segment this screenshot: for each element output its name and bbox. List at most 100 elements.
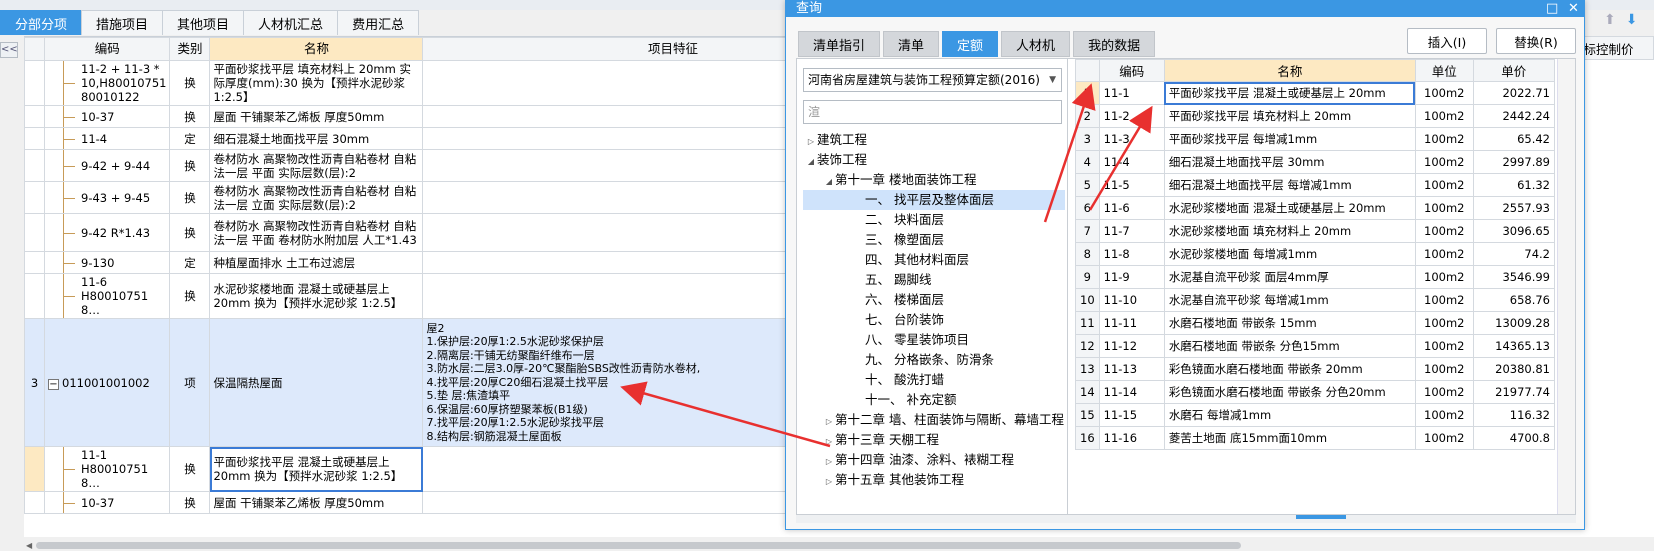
move-up-icon[interactable]: ⬆ bbox=[1604, 12, 1616, 28]
result-name[interactable]: 水磨石楼地面 带嵌条 分色15mm bbox=[1163, 334, 1416, 358]
tree-node[interactable]: 十一、 补充定额 bbox=[803, 390, 1065, 410]
result-name[interactable]: 水磨石 每增减1mm bbox=[1163, 403, 1416, 427]
result-code[interactable]: 11-5 bbox=[1098, 173, 1165, 197]
result-code[interactable]: 11-7 bbox=[1098, 219, 1165, 243]
result-price[interactable]: 21977.74 bbox=[1472, 380, 1556, 404]
result-code[interactable]: 11-15 bbox=[1098, 403, 1165, 427]
collapse-icon[interactable]: − bbox=[48, 378, 59, 390]
result-row[interactable]: 10 11-10 水泥基自流平砂浆 每增减1mm 100m2 658.76 bbox=[1075, 288, 1556, 312]
result-name[interactable]: 水泥砂浆楼地面 混凝土或硬基层上 20mm bbox=[1163, 196, 1416, 220]
result-row[interactable]: 7 11-7 水泥砂浆楼地面 填充材料上 20mm 100m2 3096.65 bbox=[1075, 219, 1556, 243]
result-name[interactable]: 水泥砂浆楼地面 每增减1mm bbox=[1163, 242, 1416, 266]
result-code[interactable]: 11-2 bbox=[1098, 104, 1165, 128]
result-name[interactable]: 水泥基自流平砂浆 每增减1mm bbox=[1163, 288, 1416, 312]
result-unit[interactable]: 100m2 bbox=[1414, 81, 1474, 105]
row-name[interactable]: 卷材防水 高聚物改性沥青自粘卷材 自粘法一层 平面 卷材防水附加层 人工*1.4… bbox=[209, 213, 424, 252]
dialog-tab-2[interactable]: 定额 bbox=[942, 31, 999, 57]
header-type[interactable]: 类别 bbox=[169, 37, 211, 61]
row-code[interactable]: 11-6 H80010751 8… bbox=[43, 273, 171, 319]
tab-2[interactable]: 其他项目 bbox=[162, 10, 245, 35]
result-unit[interactable]: 100m2 bbox=[1414, 150, 1474, 174]
result-price[interactable]: 2442.24 bbox=[1472, 104, 1556, 128]
result-code[interactable]: 11-8 bbox=[1098, 242, 1165, 266]
tree-node[interactable]: ◢ 装饰工程 bbox=[803, 150, 1065, 170]
tree-node[interactable]: 二、 块料面层 bbox=[803, 210, 1065, 230]
result-unit[interactable]: 100m2 bbox=[1414, 334, 1474, 358]
tree-node[interactable]: ▷ 第十五章 其他装饰工程 bbox=[803, 470, 1065, 490]
item-code[interactable]: −011001001002 bbox=[43, 318, 171, 447]
expander-icon[interactable]: ▷ bbox=[823, 412, 835, 432]
header-name[interactable]: 名称 bbox=[209, 37, 424, 61]
insert-button[interactable]: 插入(I) bbox=[1407, 28, 1487, 54]
result-row[interactable]: 2 11-2 平面砂浆找平层 填充材料上 20mm 100m2 2442.24 bbox=[1075, 104, 1556, 128]
result-price[interactable]: 3096.65 bbox=[1472, 219, 1556, 243]
results-scrollbar[interactable] bbox=[1557, 59, 1575, 514]
result-unit[interactable]: 100m2 bbox=[1414, 196, 1474, 220]
result-price[interactable]: 4700.8 bbox=[1472, 426, 1556, 450]
results-header-price[interactable]: 单价 bbox=[1472, 59, 1556, 82]
result-name[interactable]: 彩色镜面水磨石楼地面 带嵌条 分色20mm bbox=[1163, 380, 1416, 404]
result-unit[interactable]: 100m2 bbox=[1414, 219, 1474, 243]
result-price[interactable]: 14365.13 bbox=[1472, 334, 1556, 358]
header-code[interactable]: 编码 bbox=[43, 37, 171, 61]
result-unit[interactable]: 100m2 bbox=[1414, 288, 1474, 312]
result-code[interactable]: 11-3 bbox=[1098, 127, 1165, 151]
result-unit[interactable]: 100m2 bbox=[1414, 173, 1474, 197]
tab-3[interactable]: 人材机汇总 bbox=[243, 10, 339, 35]
move-down-icon[interactable]: ⬇ bbox=[1626, 12, 1638, 28]
result-row[interactable]: 12 11-12 水磨石楼地面 带嵌条 分色15mm 100m2 14365.13 bbox=[1075, 334, 1556, 358]
row-name[interactable]: 卷材防水 高聚物改性沥青自粘卷材 自粘法一层 平面 实际层数(层):2 bbox=[209, 149, 424, 182]
library-select[interactable]: 河南省房屋建筑与装饰工程预算定额(2016) ▼ bbox=[803, 68, 1062, 92]
tree-node[interactable]: ◢ 第十一章 楼地面装饰工程 bbox=[803, 170, 1065, 190]
result-row[interactable]: 1 11-1 平面砂浆找平层 混凝土或硬基层上 20mm 100m2 2022.71 bbox=[1075, 81, 1556, 105]
result-price[interactable]: 20380.81 bbox=[1472, 357, 1556, 381]
result-name[interactable]: 水泥基自流平砂浆 面层4mm厚 bbox=[1163, 265, 1416, 289]
result-unit[interactable]: 100m2 bbox=[1414, 127, 1474, 151]
result-code[interactable]: 11-11 bbox=[1098, 311, 1165, 335]
result-code[interactable]: 11-12 bbox=[1098, 334, 1165, 358]
result-price[interactable]: 3546.99 bbox=[1472, 265, 1556, 289]
result-name[interactable]: 平面砂浆找平层 每增减1mm bbox=[1163, 127, 1416, 151]
result-price[interactable]: 74.2 bbox=[1472, 242, 1556, 266]
result-unit[interactable]: 100m2 bbox=[1414, 311, 1474, 335]
tree-node[interactable]: 七、 台阶装饰 bbox=[803, 310, 1065, 330]
row-name[interactable]: 屋面 干铺聚苯乙烯板 厚度50mm bbox=[209, 105, 424, 128]
result-row[interactable]: 11 11-11 水磨石楼地面 带嵌条 15mm 100m2 13009.28 bbox=[1075, 311, 1556, 335]
row-code[interactable]: 11-2 + 11-3 * 10,H80010751 80010122 bbox=[43, 60, 171, 106]
result-unit[interactable]: 100m2 bbox=[1414, 357, 1474, 381]
result-row[interactable]: 15 11-15 水磨石 每增减1mm 100m2 116.32 bbox=[1075, 403, 1556, 427]
row-name[interactable]: 水泥砂浆楼地面 混凝土或硬基层上 20mm 换为【预拌水泥砂浆 1:2.5】 bbox=[209, 273, 424, 319]
result-code[interactable]: 11-9 bbox=[1098, 265, 1165, 289]
tree-node[interactable]: ▷ 建筑工程 bbox=[803, 130, 1065, 150]
row-code[interactable]: 9-130 bbox=[43, 251, 171, 274]
search-input[interactable]: 渲 bbox=[803, 100, 1062, 124]
row-name[interactable]: 平面砂浆找平层 填充材料上 20mm 实际厚度(mm):30 换为【预拌水泥砂浆… bbox=[209, 60, 424, 106]
results-header-code[interactable]: 编码 bbox=[1098, 59, 1165, 82]
result-row[interactable]: 6 11-6 水泥砂浆楼地面 混凝土或硬基层上 20mm 100m2 2557.93 bbox=[1075, 196, 1556, 220]
dialog-tab-3[interactable]: 人材机 bbox=[1001, 31, 1071, 57]
result-row[interactable]: 14 11-14 彩色镜面水磨石楼地面 带嵌条 分色20mm 100m2 21977.7… bbox=[1075, 380, 1556, 404]
row-name[interactable]: 细石混凝土地面找平层 30mm bbox=[209, 127, 424, 150]
tab-0[interactable]: 分部分项 bbox=[0, 10, 83, 35]
tree-node[interactable]: 十、 酸洗打蜡 bbox=[803, 370, 1065, 390]
result-unit[interactable]: 100m2 bbox=[1414, 403, 1474, 427]
row-name[interactable]: 卷材防水 高聚物改性沥青自粘卷材 自粘法一层 立面 实际层数(层):2 bbox=[209, 181, 424, 214]
row-code[interactable]: 11-1 H80010751 8… bbox=[43, 446, 171, 492]
result-unit[interactable]: 100m2 bbox=[1414, 265, 1474, 289]
result-code[interactable]: 11-10 bbox=[1098, 288, 1165, 312]
tree-node[interactable]: ▷ 第十四章 油漆、涂料、裱糊工程 bbox=[803, 450, 1065, 470]
row-code[interactable]: 9-42 R*1.43 bbox=[43, 213, 171, 252]
tree-node[interactable]: ▷ 第十二章 墙、柱面装饰与隔断、幕墙工程 bbox=[803, 410, 1065, 430]
result-price[interactable]: 61.32 bbox=[1472, 173, 1556, 197]
result-name[interactable]: 细石混凝土地面找平层 每增减1mm bbox=[1163, 173, 1416, 197]
collapse-panel-button[interactable]: << bbox=[0, 42, 18, 58]
result-row[interactable]: 16 11-16 菱苦土地面 底15mm面10mm 100m2 4700.8 bbox=[1075, 426, 1556, 450]
result-name[interactable]: 细石混凝土地面找平层 30mm bbox=[1163, 150, 1416, 174]
splitter-handle[interactable] bbox=[1296, 515, 1346, 519]
result-unit[interactable]: 100m2 bbox=[1414, 242, 1474, 266]
result-code[interactable]: 11-4 bbox=[1098, 150, 1165, 174]
row-code[interactable]: 11-4 bbox=[43, 127, 171, 150]
result-unit[interactable]: 100m2 bbox=[1414, 104, 1474, 128]
result-name[interactable]: 平面砂浆找平层 填充材料上 20mm bbox=[1163, 104, 1416, 128]
tab-1[interactable]: 措施项目 bbox=[81, 10, 164, 35]
